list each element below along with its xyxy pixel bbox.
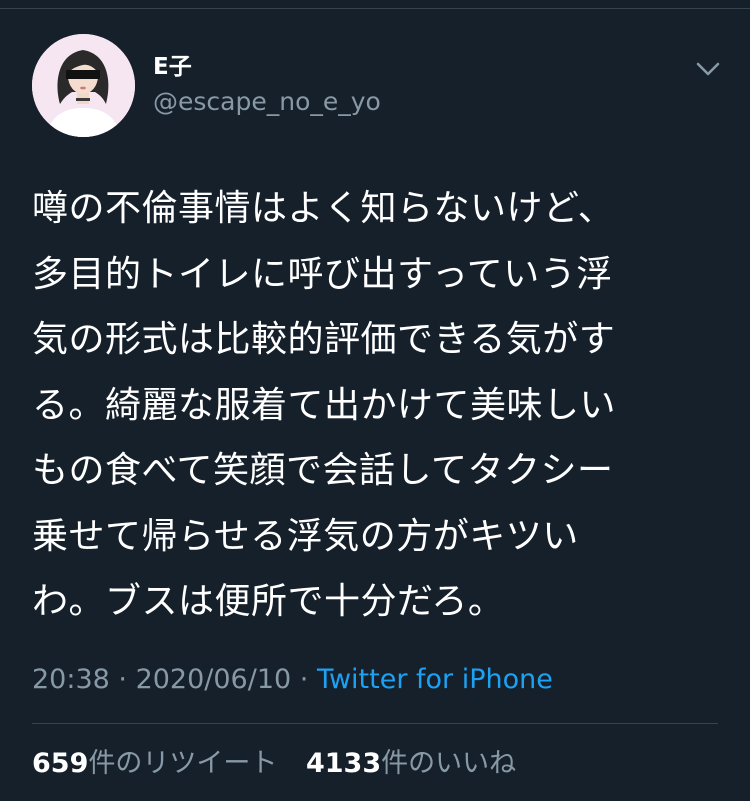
stats-divider xyxy=(32,723,718,724)
retweets-count: 659 xyxy=(32,748,89,779)
meta-separator: · xyxy=(291,664,317,695)
tweet-text: 噂の不倫事情はよく知らないけど、 多目的トイレに呼び出すっていう浮 気の形式は比… xyxy=(32,176,722,635)
tweet-stats: 659件のリツイート 4133件のいいね xyxy=(32,745,536,783)
avatar-illustration xyxy=(32,34,135,137)
author-name[interactable]: E子 xyxy=(153,52,192,82)
likes-label: 件のいいね xyxy=(381,748,517,779)
tweet-line: る。綺麗な服着て出かけて美味しい xyxy=(32,384,617,426)
tweet-date[interactable]: 2020/06/10 xyxy=(136,664,292,695)
tweet-line: 気の形式は比較的評価できる気がす xyxy=(32,319,616,360)
meta-separator: · xyxy=(109,664,136,695)
tweet-line: 乗せて帰らせる浮気の方がキツい xyxy=(32,515,579,557)
tweet-line: もの食べて笑顔で会話してタクシー xyxy=(32,450,614,491)
author-handle[interactable]: @escape_no_e_yo xyxy=(153,86,381,118)
retweets-label: 件のリツイート xyxy=(88,748,278,779)
avatar[interactable] xyxy=(32,34,135,137)
likes-stat[interactable]: 4133件のいいね xyxy=(306,748,536,779)
tweet-meta: 20:38 · 2020/06/10 · Twitter for iPhone xyxy=(32,662,553,698)
tweet-source-link[interactable]: Twitter for iPhone xyxy=(317,664,553,695)
tweet-time[interactable]: 20:38 xyxy=(32,664,110,695)
tweet-line: わ。ブスは便所で十分だろ。 xyxy=(32,581,505,622)
chevron-down-icon[interactable] xyxy=(693,54,723,84)
retweets-stat[interactable]: 659件のリツイート xyxy=(32,748,297,779)
tweet-header: E子 @escape_no_e_yo xyxy=(32,34,722,138)
tweet-line: 噂の不倫事情はよく知らないけど、 xyxy=(32,188,615,229)
likes-count: 4133 xyxy=(305,748,382,779)
top-divider xyxy=(0,0,750,9)
tweet-line: 多目的トイレに呼び出すっていう浮 xyxy=(32,253,613,295)
